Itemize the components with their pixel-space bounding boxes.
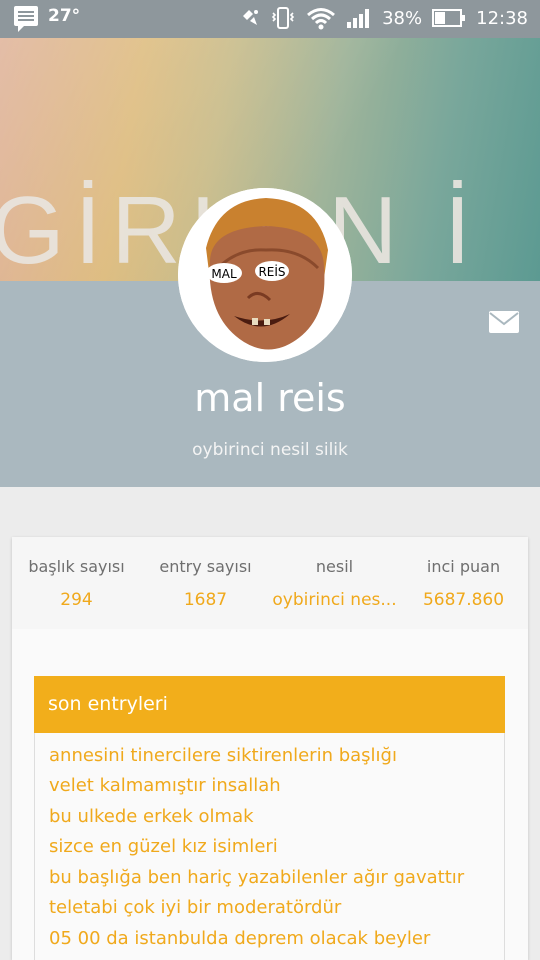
- stat-entry-count[interactable]: entry sayısı 1687: [141, 537, 270, 610]
- battery-percent: 38%: [382, 7, 423, 29]
- entry-link[interactable]: 05 00 da istanbulda deprem olacak beyler: [49, 928, 430, 949]
- satellite-icon: [243, 10, 259, 25]
- stat-label: nesil: [315, 557, 354, 576]
- avatar-label-left: MAL: [211, 267, 237, 281]
- stats-row: başlık sayısı 294 entry sayısı 1687 nesi…: [12, 537, 528, 629]
- stat-generation[interactable]: nesil oybirinci nes...: [270, 537, 399, 610]
- recent-entries-list: annesini tinercilere siktirenlerin başlı…: [34, 733, 505, 960]
- signal-icon: [347, 9, 370, 28]
- entry-link[interactable]: velet kalmamıştır insallah: [49, 775, 281, 796]
- stat-value: oybirinci nes...: [272, 590, 397, 610]
- recent-entries-header: son entryleri: [34, 676, 505, 733]
- entry-link[interactable]: sizce en güzel kız isimleri: [49, 836, 278, 857]
- stat-label: başlık sayısı: [28, 557, 125, 576]
- entry-link[interactable]: teletabi çok iyi bir moderatördür: [49, 897, 341, 918]
- profile-subtitle: oybirinci nesil silik: [192, 440, 348, 460]
- avatar[interactable]: MAL REİS: [178, 188, 352, 362]
- stat-value: 1687: [183, 590, 228, 610]
- wifi-icon: [307, 8, 336, 30]
- temperature: 27°: [48, 6, 81, 26]
- profile-name: mal reis: [194, 376, 346, 420]
- status-left: 27°: [14, 6, 81, 32]
- stat-label: inci puan: [426, 557, 501, 576]
- avatar-image: MAL REİS: [178, 188, 352, 362]
- stat-title-count[interactable]: başlık sayısı 294: [12, 537, 141, 610]
- stat-score[interactable]: inci puan 5687.860: [399, 537, 528, 610]
- status-bar: 27° 38% 12:38: [0, 0, 540, 38]
- mail-icon[interactable]: [488, 310, 520, 334]
- entry-link[interactable]: bu ulkede erkek olmak: [49, 806, 254, 827]
- profile-card: başlık sayısı 294 entry sayısı 1687 nesi…: [12, 537, 528, 960]
- entry-link[interactable]: bu başlığa ben hariç yazabilenler ağır g…: [49, 867, 464, 888]
- battery-icon: [432, 9, 466, 27]
- message-notification-icon: [14, 6, 38, 32]
- entry-link[interactable]: annesini tinercilere siktirenlerin başlı…: [49, 745, 397, 766]
- stat-label: entry sayısı: [159, 557, 252, 576]
- avatar-label-right: REİS: [258, 264, 285, 279]
- stat-value: 5687.860: [422, 590, 505, 610]
- vibrate-icon: [271, 7, 295, 29]
- stat-value: 294: [60, 590, 93, 610]
- clock: 12:38: [476, 7, 528, 29]
- status-right: 38% 12:38: [240, 6, 528, 30]
